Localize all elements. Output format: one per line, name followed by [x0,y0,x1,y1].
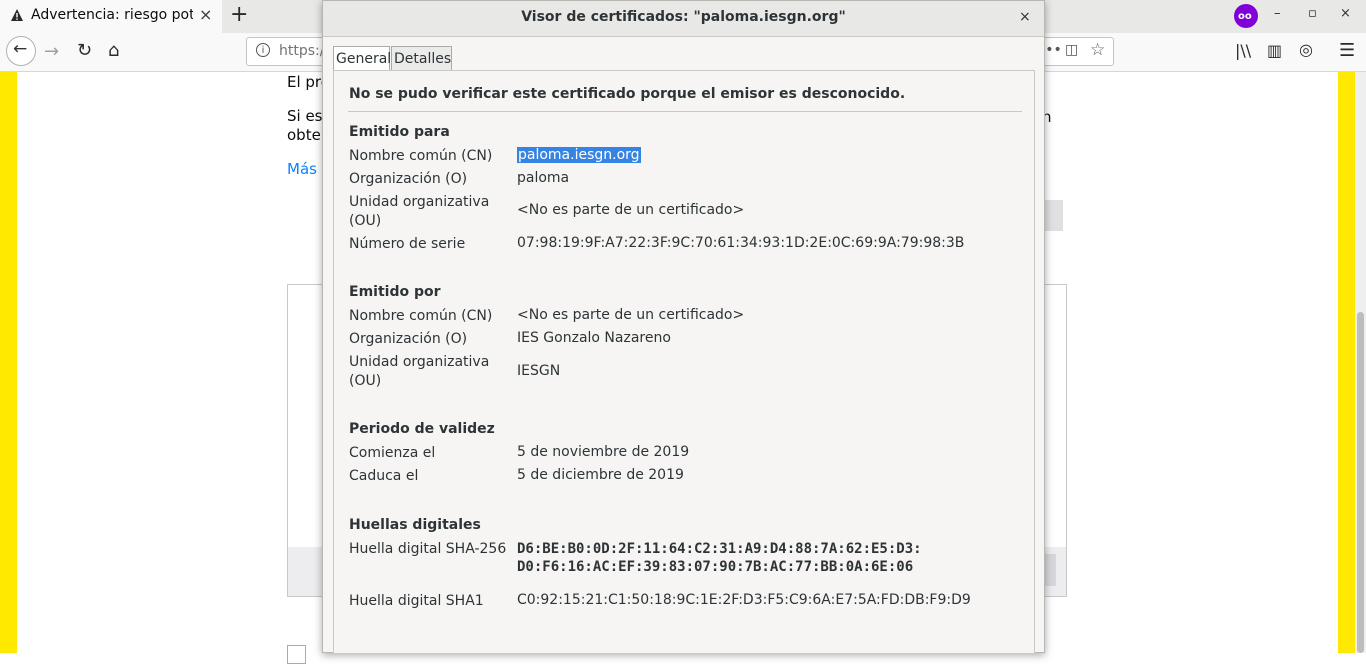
minimize-button[interactable]: – [1274,6,1281,21]
library-icon[interactable]: |\\ [1235,41,1251,60]
verification-warning: No se pudo verificar este certificado po… [349,86,906,102]
url-text[interactable]: https:/ [279,43,324,59]
sidebar-icon[interactable]: ▥ [1267,41,1282,60]
issued-by-heading: Emitido por [349,284,441,300]
separator [348,111,1022,112]
tab-details[interactable]: Detalles [391,46,452,70]
tab-title: Advertencia: riesgo poten [31,7,193,23]
scrollbar[interactable] [1355,72,1366,653]
issued-to-cn-value[interactable]: paloma.iesgn.org [517,147,641,163]
browser-tab[interactable]: Advertencia: riesgo poten × [0,0,222,33]
issued-by-o-label: Organización (O) [349,331,468,347]
issued-to-ou-label-1: Unidad organizativa [349,194,490,210]
maximize-button[interactable]: ▫ [1308,6,1317,21]
new-tab-button[interactable]: + [230,2,248,27]
sha256-line2[interactable]: D0:F6:16:AC:EF:39:83:07:90:7B:AC:77:BB:0… [517,558,913,576]
serial-value[interactable]: 07:98:19:9F:A7:22:3F:9C:70:61:34:93:1D:2… [517,235,964,251]
info-icon[interactable]: i [256,43,270,57]
issued-to-o-label: Organización (O) [349,171,468,187]
issued-by-cn-value[interactable]: <No es parte de un certificado> [517,307,744,323]
back-button[interactable]: ← [6,36,36,66]
forward-icon[interactable]: → [44,41,59,62]
issued-to-cn-wrap: paloma.iesgn.org [517,147,641,163]
fingerprints-heading: Huellas digitales [349,517,481,533]
extension-icon[interactable]: ◎ [1299,40,1313,59]
issued-to-ou-value[interactable]: <No es parte de un certificado> [517,202,744,218]
validity-start-value[interactable]: 5 de noviembre de 2019 [517,444,689,460]
pocket-icon[interactable]: ◫ [1065,42,1078,58]
back-icon: ← [13,39,28,59]
issued-by-ou-value[interactable]: IESGN [517,363,560,379]
validity-end-label: Caduca el [349,468,419,484]
warning-stripe-right [1338,72,1355,653]
issued-to-cn-label: Nombre común (CN) [349,148,493,164]
sha256-line1[interactable]: D6:BE:B0:0D:2F:11:64:C2:31:A9:D4:88:7A:6… [517,540,922,558]
validity-start-label: Comienza el [349,445,436,461]
private-mask-icon: oo [1234,4,1258,28]
issued-to-heading: Emitido para [349,124,450,140]
sha1-value[interactable]: C0:92:15:21:C1:50:18:9C:1E:2F:D3:F5:C9:6… [517,592,971,608]
serial-label: Número de serie [349,236,466,252]
tab-general[interactable]: General [333,46,391,70]
issued-by-ou-label-2: (OU) [349,373,382,389]
issued-to-ou-label-2: (OU) [349,213,382,229]
reload-icon[interactable]: ↻ [77,40,92,61]
star-icon[interactable]: ☆ [1090,40,1105,60]
sha256-label: Huella digital SHA-256 [349,541,507,557]
validity-heading: Periodo de validez [349,421,495,437]
issued-by-cn-label: Nombre común (CN) [349,308,493,324]
issued-by-ou-label-1: Unidad organizativa [349,354,490,370]
close-window-button[interactable]: × [1340,6,1351,21]
dialog-close-button[interactable]: × [1019,9,1031,25]
dialog-title: Visor de certificados: "paloma.iesgn.org… [521,9,846,25]
tab-close-icon[interactable]: × [199,5,212,24]
dialog-header: Visor de certificados: "paloma.iesgn.org… [323,1,1044,37]
sha1-label: Huella digital SHA1 [349,593,484,609]
menu-icon[interactable]: ☰ [1339,40,1355,61]
warning-icon [11,9,23,21]
report-checkbox[interactable] [287,645,306,664]
issued-by-o-value[interactable]: IES Gonzalo Nazareno [517,330,671,346]
home-icon[interactable]: ⌂ [108,40,119,61]
certificate-viewer-dialog: Visor de certificados: "paloma.iesgn.org… [322,0,1045,654]
more-info-link[interactable]: Más i [287,160,326,178]
validity-end-value[interactable]: 5 de diciembre de 2019 [517,467,684,483]
issued-to-o-value[interactable]: paloma [517,170,569,186]
scrollbar-thumb[interactable] [1357,312,1364,653]
warning-stripe-left [0,72,17,653]
advanced-button[interactable] [1044,200,1063,231]
